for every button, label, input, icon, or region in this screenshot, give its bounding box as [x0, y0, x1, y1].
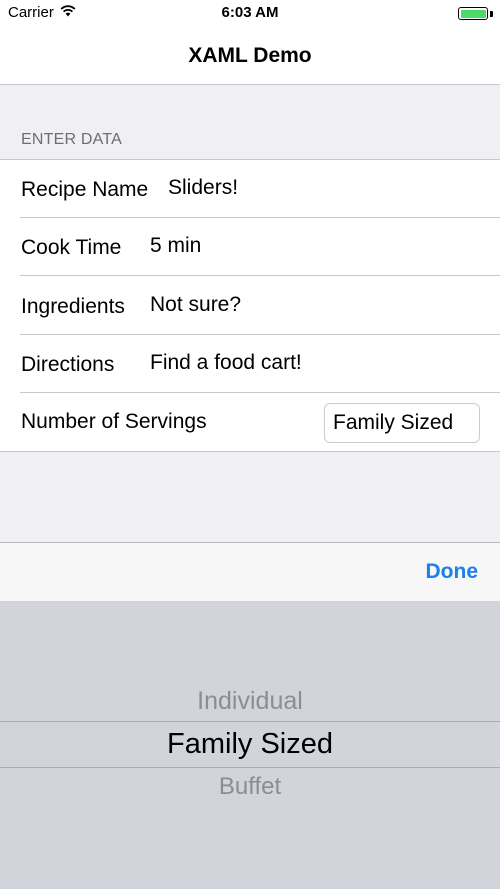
table-row-cook-time[interactable]: Cook Time: [0, 218, 500, 276]
recipe-name-input[interactable]: [168, 176, 488, 200]
row-label: Directions: [21, 353, 115, 376]
battery-nub: [490, 11, 493, 17]
data-entry-table: Recipe Name Cook Time Ingredients Direct…: [0, 159, 500, 452]
directions-input[interactable]: [150, 351, 470, 375]
battery-fill: [460, 9, 486, 18]
picker-option-selected[interactable]: Family Sized: [0, 728, 500, 761]
battery-icon: [458, 7, 488, 20]
row-label: Cook Time: [21, 236, 122, 259]
section-header: ENTER DATA: [21, 131, 122, 148]
picker-toolbar: Done: [0, 542, 500, 601]
row-label: Recipe Name: [21, 178, 149, 201]
servings-picker-wheel[interactable]: Individual Family Sized Buffet: [0, 601, 500, 889]
table-row-number-of-servings[interactable]: Number of Servings Family Sized: [0, 394, 500, 452]
cook-time-input[interactable]: [150, 234, 470, 258]
done-button[interactable]: Done: [426, 560, 479, 584]
table-row-recipe-name[interactable]: Recipe Name: [0, 160, 500, 218]
table-row-ingredients[interactable]: Ingredients: [0, 277, 500, 335]
ingredients-input[interactable]: [150, 293, 470, 317]
row-label: Ingredients: [21, 295, 125, 318]
table-row-directions[interactable]: Directions: [0, 335, 500, 393]
picker-option[interactable]: Individual: [0, 687, 500, 716]
status-bar: Carrier 6:03 AM: [0, 0, 500, 28]
row-separator: [20, 392, 500, 393]
picker-option[interactable]: Buffet: [0, 773, 500, 801]
picker-selection-line-top: [0, 721, 500, 722]
row-separator: [20, 275, 500, 276]
row-label: Number of Servings: [21, 410, 207, 433]
navigation-bar: XAML Demo: [0, 28, 500, 85]
page-title: XAML Demo: [188, 44, 312, 67]
servings-picker-field[interactable]: Family Sized: [324, 403, 480, 443]
picker-selection-line-bottom: [0, 767, 500, 768]
status-time: 6:03 AM: [221, 4, 279, 21]
